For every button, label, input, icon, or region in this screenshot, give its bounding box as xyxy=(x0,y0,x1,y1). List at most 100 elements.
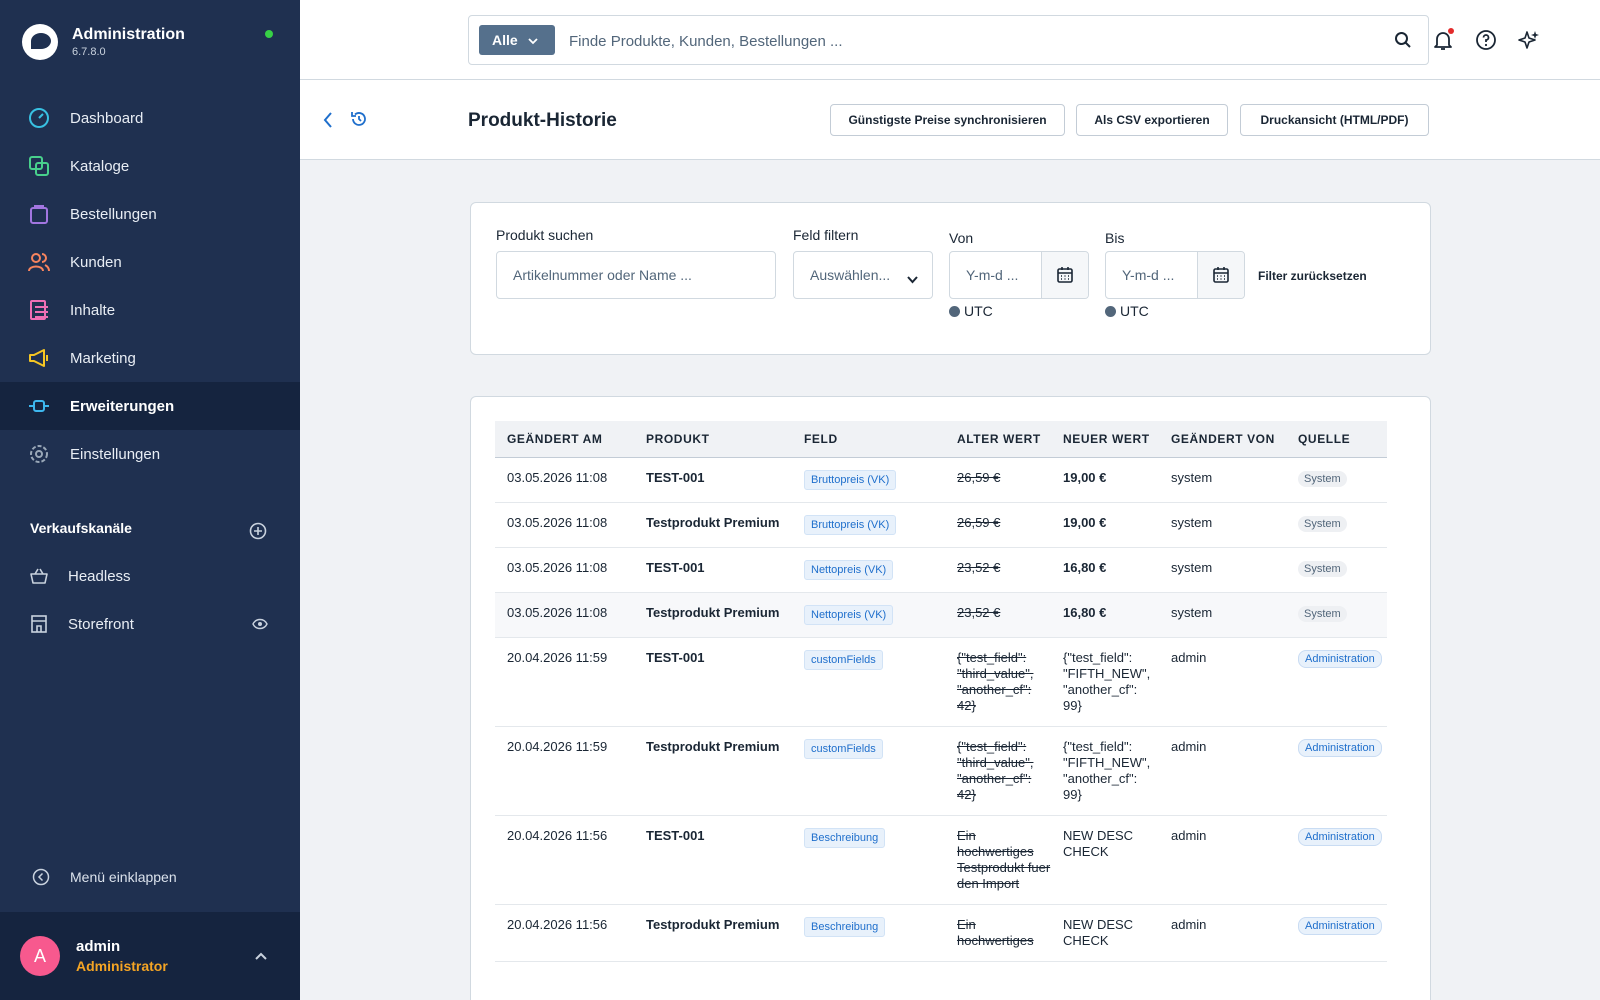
cell-new-value: 19,00 € xyxy=(1051,502,1159,548)
cell-date: 20.04.2026 11:56 xyxy=(495,815,634,905)
source-badge: Administration xyxy=(1298,738,1382,757)
field-tag: Beschreibung xyxy=(804,916,886,937)
sidebar-item-label: Erweiterungen xyxy=(70,397,175,415)
cell-old-value: 26,59 € xyxy=(945,502,1051,548)
field-tag: Beschreibung xyxy=(804,827,886,848)
sidebar-item-erweiterungen[interactable]: Erweiterungen xyxy=(0,382,300,430)
search-type-label: Alle xyxy=(492,32,518,48)
reset-filters-button[interactable]: Filter zurücksetzen xyxy=(1258,269,1367,283)
sync-cheapest-prices-button[interactable]: Günstigste Preise synchronisieren xyxy=(830,104,1065,136)
notifications-bell-icon[interactable] xyxy=(1431,28,1455,52)
add-sales-channel-icon[interactable] xyxy=(249,522,267,540)
table-row[interactable]: 03.05.2026 11:08 TEST-001 Bruttopreis (V… xyxy=(495,457,1387,503)
table-row[interactable]: 20.04.2026 11:59 TEST-001 customFields {… xyxy=(495,637,1387,727)
filter-card: Produkt suchen Artikelnummer oder Name .… xyxy=(470,202,1431,355)
dashboard-icon xyxy=(28,107,50,129)
table-row[interactable]: 20.04.2026 11:59 Testprodukt Premium cus… xyxy=(495,726,1387,816)
cell-date: 20.04.2026 11:59 xyxy=(495,726,634,816)
column-header-changed-at[interactable]: GEÄNDERT AM xyxy=(495,421,634,458)
column-header-source[interactable]: QUELLE xyxy=(1286,421,1387,458)
export-csv-button[interactable]: Als CSV exportieren xyxy=(1076,104,1228,136)
global-search: Alle xyxy=(468,15,1429,65)
ai-sparkle-icon[interactable] xyxy=(1517,28,1541,52)
brand[interactable]: Administration 6.7.8.0 xyxy=(22,22,185,62)
print-view-button[interactable]: Druckansicht (HTML/PDF) xyxy=(1240,104,1429,136)
help-icon[interactable] xyxy=(1474,28,1498,52)
calendar-icon[interactable] xyxy=(1197,252,1244,298)
cell-new-value: NEW DESC CHECK xyxy=(1051,904,1159,962)
user-name: admin xyxy=(76,938,121,955)
field-tag: customFields xyxy=(804,738,883,759)
date-from-label: Von xyxy=(949,230,974,246)
collapse-menu-button[interactable]: Menü einklappen xyxy=(30,866,177,888)
clock-icon xyxy=(949,305,960,317)
calendar-icon[interactable] xyxy=(1041,252,1088,298)
cell-new-value: 19,00 € xyxy=(1051,457,1159,503)
table-row[interactable]: 20.04.2026 11:56 TEST-001 Beschreibung E… xyxy=(495,815,1387,905)
source-badge: System xyxy=(1298,560,1347,577)
date-to-input[interactable]: Y-m-d ... xyxy=(1105,251,1245,299)
cell-field: Bruttopreis (VK) xyxy=(792,457,945,503)
content-icon xyxy=(28,299,50,321)
sidebar-item-marketing[interactable]: Marketing xyxy=(0,334,300,382)
sidebar-item-label: Kataloge xyxy=(70,157,130,175)
sidebar-channel-headless[interactable]: Headless xyxy=(28,564,131,588)
chevron-up-icon[interactable] xyxy=(254,948,268,964)
history-icon[interactable] xyxy=(350,110,368,131)
column-header-product[interactable]: PRODUKT xyxy=(634,421,792,458)
status-dot-icon xyxy=(265,30,273,38)
sidebar-item-bestellungen[interactable]: Bestellungen xyxy=(0,190,300,238)
date-from-input[interactable]: Y-m-d ... xyxy=(949,251,1089,299)
sidebar-item-inhalte[interactable]: Inhalte xyxy=(0,286,300,334)
cell-source: Administration xyxy=(1286,904,1387,962)
column-header-changed-by[interactable]: GEÄNDERT VON xyxy=(1159,421,1286,458)
field-tag: Nettopreis (VK) xyxy=(804,604,894,625)
sidebar-item-label: Inhalte xyxy=(70,301,116,319)
cell-source: Administration xyxy=(1286,637,1387,727)
timezone-label: UTC xyxy=(964,303,993,319)
field-filter-select[interactable]: Auswählen... xyxy=(793,251,933,299)
table-row[interactable]: 20.04.2026 11:56 Testprodukt Premium Bes… xyxy=(495,904,1387,962)
product-search-input[interactable]: Artikelnummer oder Name ... xyxy=(496,251,776,299)
cell-new-value: {"test_field": "FIFTH_NEW", "another_cf"… xyxy=(1051,637,1159,727)
column-header-field[interactable]: FELD xyxy=(792,421,945,458)
eye-icon[interactable] xyxy=(252,617,268,633)
column-header-old-value[interactable]: ALTER WERT xyxy=(945,421,1051,458)
chevron-left-circle-icon xyxy=(30,866,52,888)
table-header-row: GEÄNDERT AM PRODUKT FELD ALTER WERT NEUE… xyxy=(495,421,1387,458)
channel-label: Storefront xyxy=(68,615,134,633)
cell-changed-by: system xyxy=(1159,502,1286,548)
back-chevron-icon[interactable] xyxy=(322,110,334,133)
cell-date: 20.04.2026 11:59 xyxy=(495,637,634,727)
search-type-select[interactable]: Alle xyxy=(479,25,555,55)
table-row[interactable]: 03.05.2026 11:08 Testprodukt Premium Bru… xyxy=(495,502,1387,548)
cell-new-value: {"test_field": "FIFTH_NEW", "another_cf"… xyxy=(1051,726,1159,816)
table-row[interactable]: 03.05.2026 11:08 TEST-001 Nettopreis (VK… xyxy=(495,547,1387,593)
sidebar-item-label: Einstellungen xyxy=(70,445,161,463)
cell-changed-by: admin xyxy=(1159,726,1286,816)
sidebar-item-label: Kunden xyxy=(70,253,122,271)
orders-icon xyxy=(28,203,50,225)
sidebar-item-einstellungen[interactable]: Einstellungen xyxy=(0,430,300,478)
history-table-card: GEÄNDERT AM PRODUKT FELD ALTER WERT NEUE… xyxy=(470,396,1431,1000)
cell-old-value: 23,52 € xyxy=(945,592,1051,638)
old-value: 23,52 € xyxy=(957,559,1001,575)
cell-new-value: 16,80 € xyxy=(1051,592,1159,638)
search-input[interactable] xyxy=(569,28,1349,54)
date-from-placeholder: Y-m-d ... xyxy=(966,267,1019,283)
extensions-icon xyxy=(28,395,50,417)
search-icon[interactable] xyxy=(1394,31,1412,52)
sidebar-item-dashboard[interactable]: Dashboard xyxy=(0,94,300,142)
user-menu[interactable]: A admin Administrator xyxy=(0,912,300,1000)
timezone-from: UTC xyxy=(949,303,993,319)
top-bar: Alle xyxy=(300,0,1600,80)
channel-label: Headless xyxy=(68,567,131,585)
notification-badge xyxy=(1448,28,1454,34)
sidebar-item-kunden[interactable]: Kunden xyxy=(0,238,300,286)
sidebar-item-kataloge[interactable]: Kataloge xyxy=(0,142,300,190)
table-row[interactable]: 03.05.2026 11:08 Testprodukt Premium Net… xyxy=(495,592,1387,638)
column-header-new-value[interactable]: NEUER WERT xyxy=(1051,421,1159,458)
cell-old-value: Ein hochwertiges xyxy=(945,904,1051,962)
cell-old-value: 23,52 € xyxy=(945,547,1051,593)
sidebar-channel-storefront[interactable]: Storefront xyxy=(28,612,134,636)
